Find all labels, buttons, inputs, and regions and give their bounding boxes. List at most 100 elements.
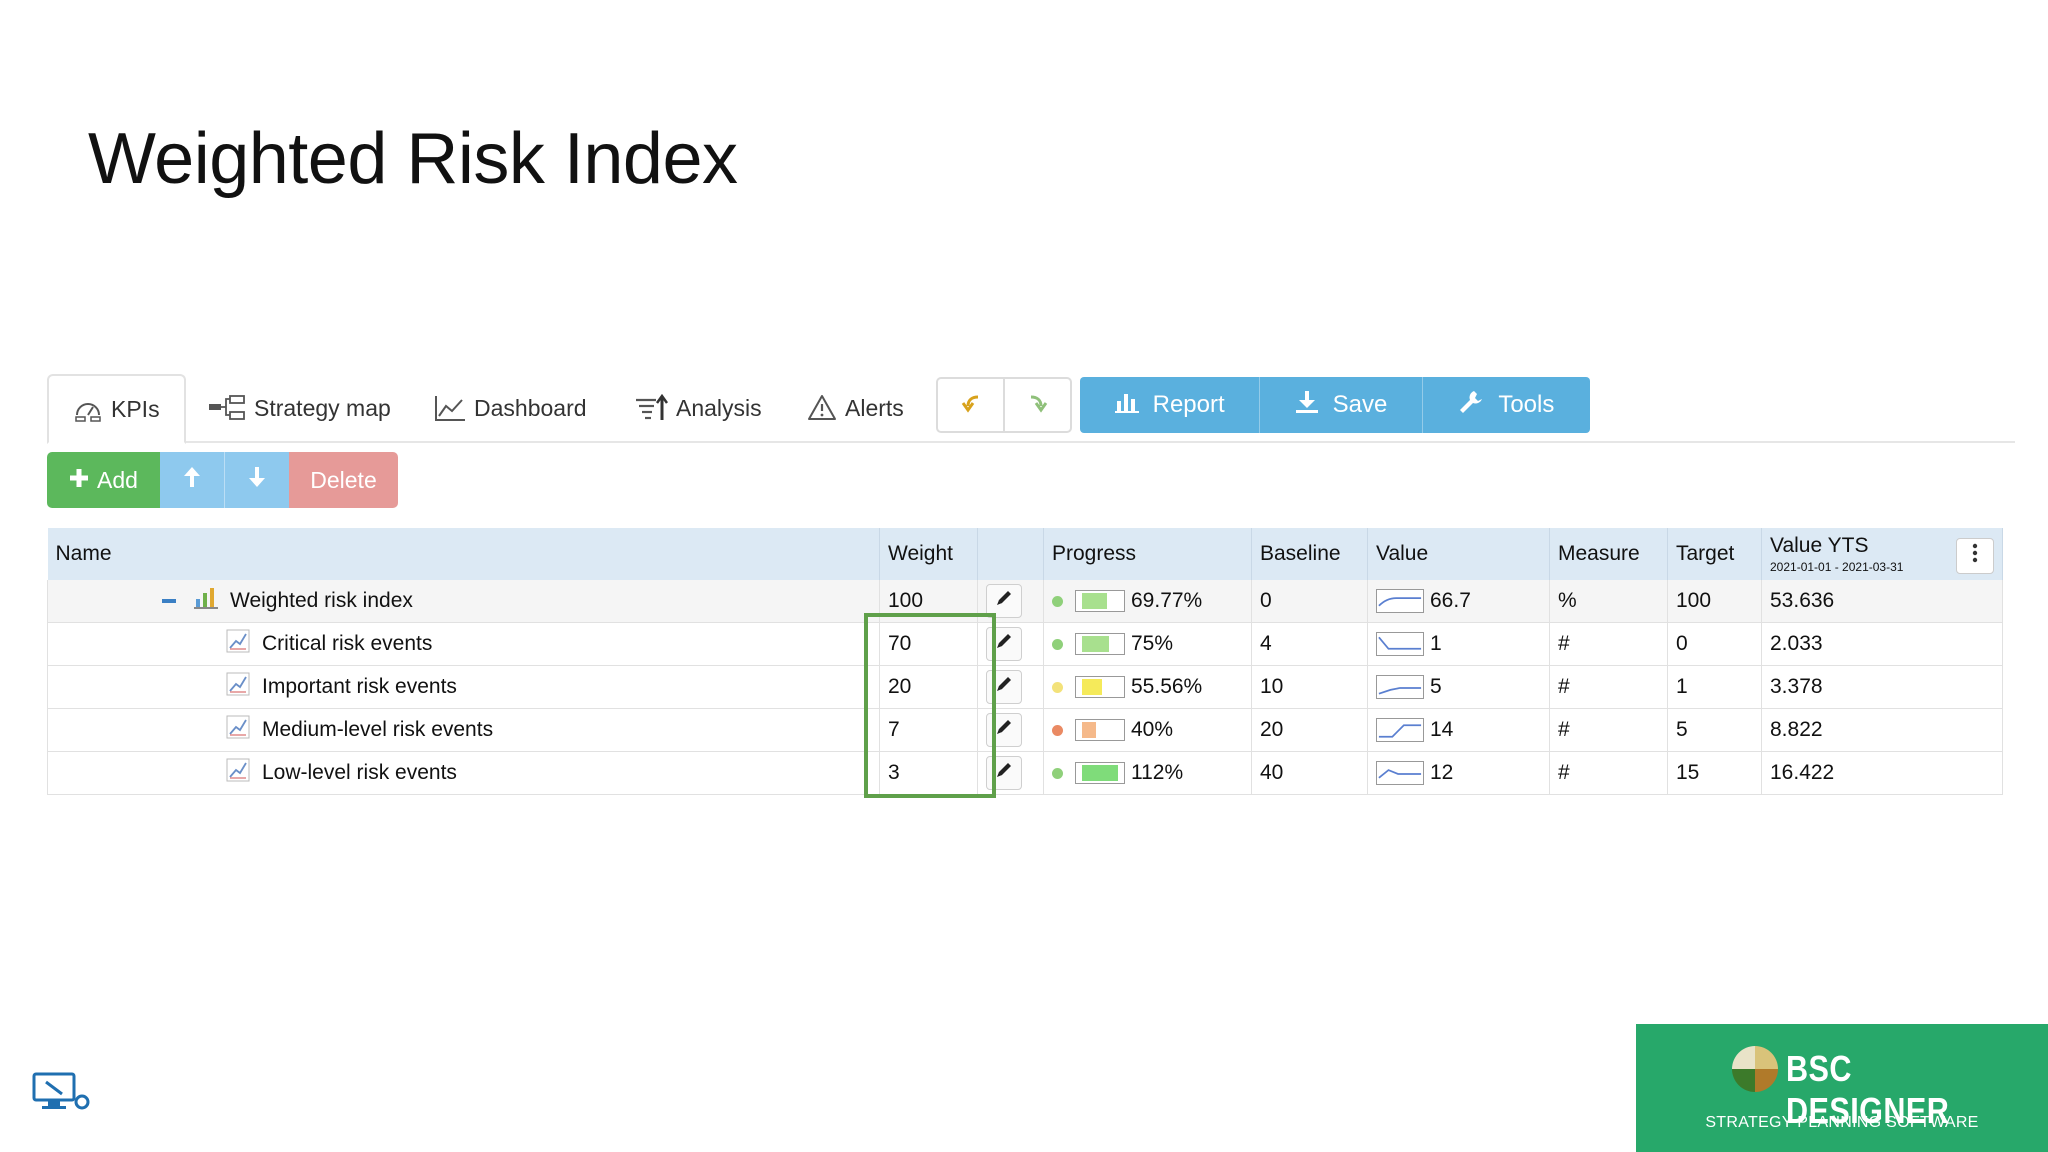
progress-bar [1075,676,1125,698]
report-label: Report [1152,391,1225,418]
kpi-name: Low-level risk events [262,761,457,784]
cell-name[interactable]: Weighted risk index [47,580,880,623]
tools-label: Tools [1498,391,1555,418]
cell-value[interactable]: 14 [1367,708,1550,752]
report-button[interactable]: Report [1080,377,1259,433]
table-row[interactable]: Low-level risk events 3 112% 40 12 # 15 … [47,751,2003,795]
cell-baseline[interactable]: 40 [1251,751,1368,795]
cell-baseline[interactable]: 4 [1251,622,1368,666]
move-down-button[interactable] [224,452,289,508]
tab-dashboard[interactable]: Dashboard [434,374,587,442]
table-row[interactable]: Important risk events 20 55.56% 10 5 # 1… [47,665,2003,709]
progress-value: 75% [1131,632,1174,655]
screen-cast-icon [32,1072,90,1117]
cell-target[interactable]: 5 [1667,708,1762,752]
cell-baseline[interactable]: 0 [1251,580,1368,623]
cell-target[interactable]: 15 [1667,751,1762,795]
tab-strategy-map[interactable]: Strategy map [208,374,391,442]
add-label: Add [97,466,138,493]
progress-bar [1075,719,1125,741]
redo-button[interactable] [1003,379,1070,431]
col-value-yts[interactable]: Value YTS 2021-01-01 - 2021-03-31 [1761,528,2003,580]
pencil-icon [995,589,1013,613]
brand-logo-icon [1732,1046,1778,1097]
cell-value-yts[interactable]: 8.822 [1761,708,2003,752]
kpi-name: Medium-level risk events [262,718,494,741]
tab-kpis[interactable]: KPIs [47,374,186,444]
table-row[interactable]: Weighted risk index 100 69.77% 0 66.7 % … [47,580,2003,623]
kpi-table: Name Weight Progress Baseline Value Meas… [47,528,2003,795]
pencil-icon [995,761,1013,785]
cell-measure[interactable]: # [1549,622,1668,666]
table-header-row: Name Weight Progress Baseline Value Meas… [47,528,2003,580]
line-chart-icon [434,394,466,422]
toolbar-group: Report Save Tools [1080,377,1590,433]
col-target[interactable]: Target [1667,528,1762,580]
col-baseline[interactable]: Baseline [1251,528,1368,580]
cell-measure[interactable]: % [1549,580,1668,623]
col-edit [977,528,1044,580]
status-dot [1052,595,1063,607]
sort-analysis-icon [634,394,668,422]
col-name[interactable]: Name [47,528,880,580]
cell-measure[interactable]: # [1549,751,1668,795]
tab-label: KPIs [111,395,160,422]
cell-name[interactable]: Critical risk events [47,622,880,666]
progress-bar [1075,633,1125,655]
col-progress[interactable]: Progress [1043,528,1252,580]
cell-name[interactable]: Important risk events [47,665,880,709]
table-row[interactable]: Critical risk events 70 75% 4 1 # 0 2.03… [47,622,2003,666]
cell-target[interactable]: 100 [1667,580,1762,623]
sparkline-chart [1376,632,1424,657]
brand-tagline: STRATEGY PLANNING SOFTWARE [1705,1114,1979,1131]
cell-progress: 69.77% [1043,580,1252,623]
cell-value-yts[interactable]: 53.636 [1761,580,2003,623]
cell-name[interactable]: Low-level risk events [47,751,880,795]
add-button[interactable]: Add [47,452,160,508]
tab-label: Strategy map [254,394,391,421]
cell-baseline[interactable]: 10 [1251,665,1368,709]
status-dot [1052,724,1063,736]
trend-chart-kpi-icon [226,758,250,788]
cell-progress: 40% [1043,708,1252,752]
save-label: Save [1332,391,1388,418]
column-options-button[interactable] [1956,538,1994,574]
cell-value[interactable]: 66.7 [1367,580,1550,623]
cell-value[interactable]: 12 [1367,751,1550,795]
col-weight[interactable]: Weight [879,528,978,580]
tools-button[interactable]: Tools [1421,377,1590,433]
move-up-button[interactable] [160,452,224,508]
cell-value-yts[interactable]: 16.422 [1761,751,2003,795]
status-dot [1052,681,1063,693]
cell-target[interactable]: 1 [1667,665,1762,709]
cell-value[interactable]: 5 [1367,665,1550,709]
status-dot [1052,638,1063,650]
cell-value-yts[interactable]: 2.033 [1761,622,2003,666]
sparkline-chart [1376,718,1424,743]
undo-button[interactable] [938,379,1003,431]
cell-value-yts[interactable]: 3.378 [1761,665,2003,709]
tab-alerts[interactable]: Alerts [807,374,904,442]
cell-progress: 112% [1043,751,1252,795]
col-value[interactable]: Value [1367,528,1550,580]
cell-value[interactable]: 1 [1367,622,1550,666]
progress-value: 55.56% [1131,675,1203,698]
cell-measure[interactable]: # [1549,708,1668,752]
tab-analysis[interactable]: Analysis [634,374,762,442]
kebab-menu-icon [1972,543,1978,569]
value-text: 14 [1430,717,1454,741]
table-row[interactable]: Medium-level risk events 7 40% 20 14 # 5… [47,708,2003,752]
save-button[interactable]: Save [1259,377,1421,433]
undo-redo-group [936,377,1072,433]
delete-button[interactable]: Delete [289,452,398,508]
cell-target[interactable]: 0 [1667,622,1762,666]
collapse-icon[interactable] [162,599,176,603]
cell-measure[interactable]: # [1549,665,1668,709]
progress-value: 40% [1131,718,1174,741]
cell-baseline[interactable]: 20 [1251,708,1368,752]
cell-name[interactable]: Medium-level risk events [47,708,880,752]
brand-banner: BSC DESIGNER STRATEGY PLANNING SOFTWARE [1636,1024,2048,1152]
arrow-down-icon [248,466,266,494]
sparkline-chart [1376,589,1424,614]
col-measure[interactable]: Measure [1549,528,1668,580]
